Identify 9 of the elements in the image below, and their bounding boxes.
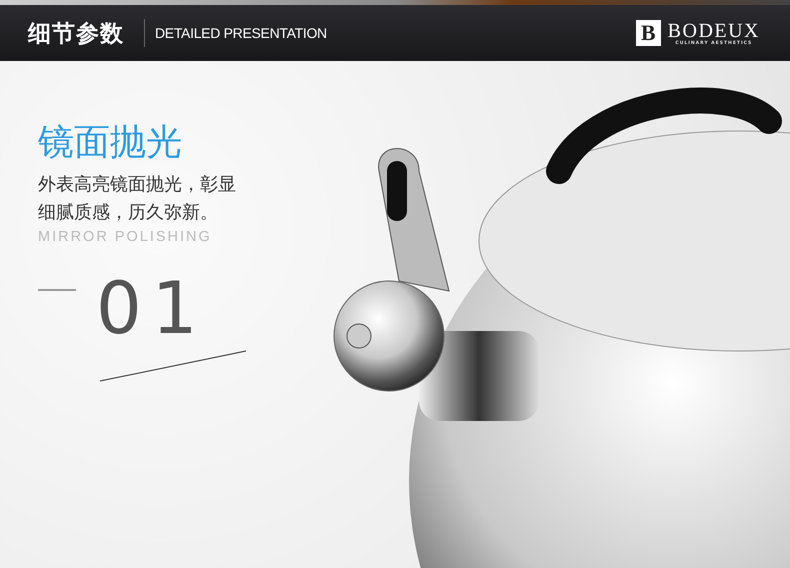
logo-mark: B bbox=[636, 20, 661, 46]
section-subtitle: DETAILED PRESENTATION bbox=[155, 25, 327, 41]
section-title: 细节参数 bbox=[28, 20, 124, 48]
feature-english-label: MIRROR POLISHING bbox=[38, 229, 213, 245]
feature-heading: 镜面抛光 bbox=[38, 121, 183, 165]
brand-name: BODEUX bbox=[668, 20, 760, 40]
feature-number: 01 bbox=[96, 271, 208, 345]
feature-description: 外表高亮镜面抛光，彰显细腻质感，历久弥新。 bbox=[38, 173, 237, 225]
dash-line bbox=[38, 289, 76, 291]
